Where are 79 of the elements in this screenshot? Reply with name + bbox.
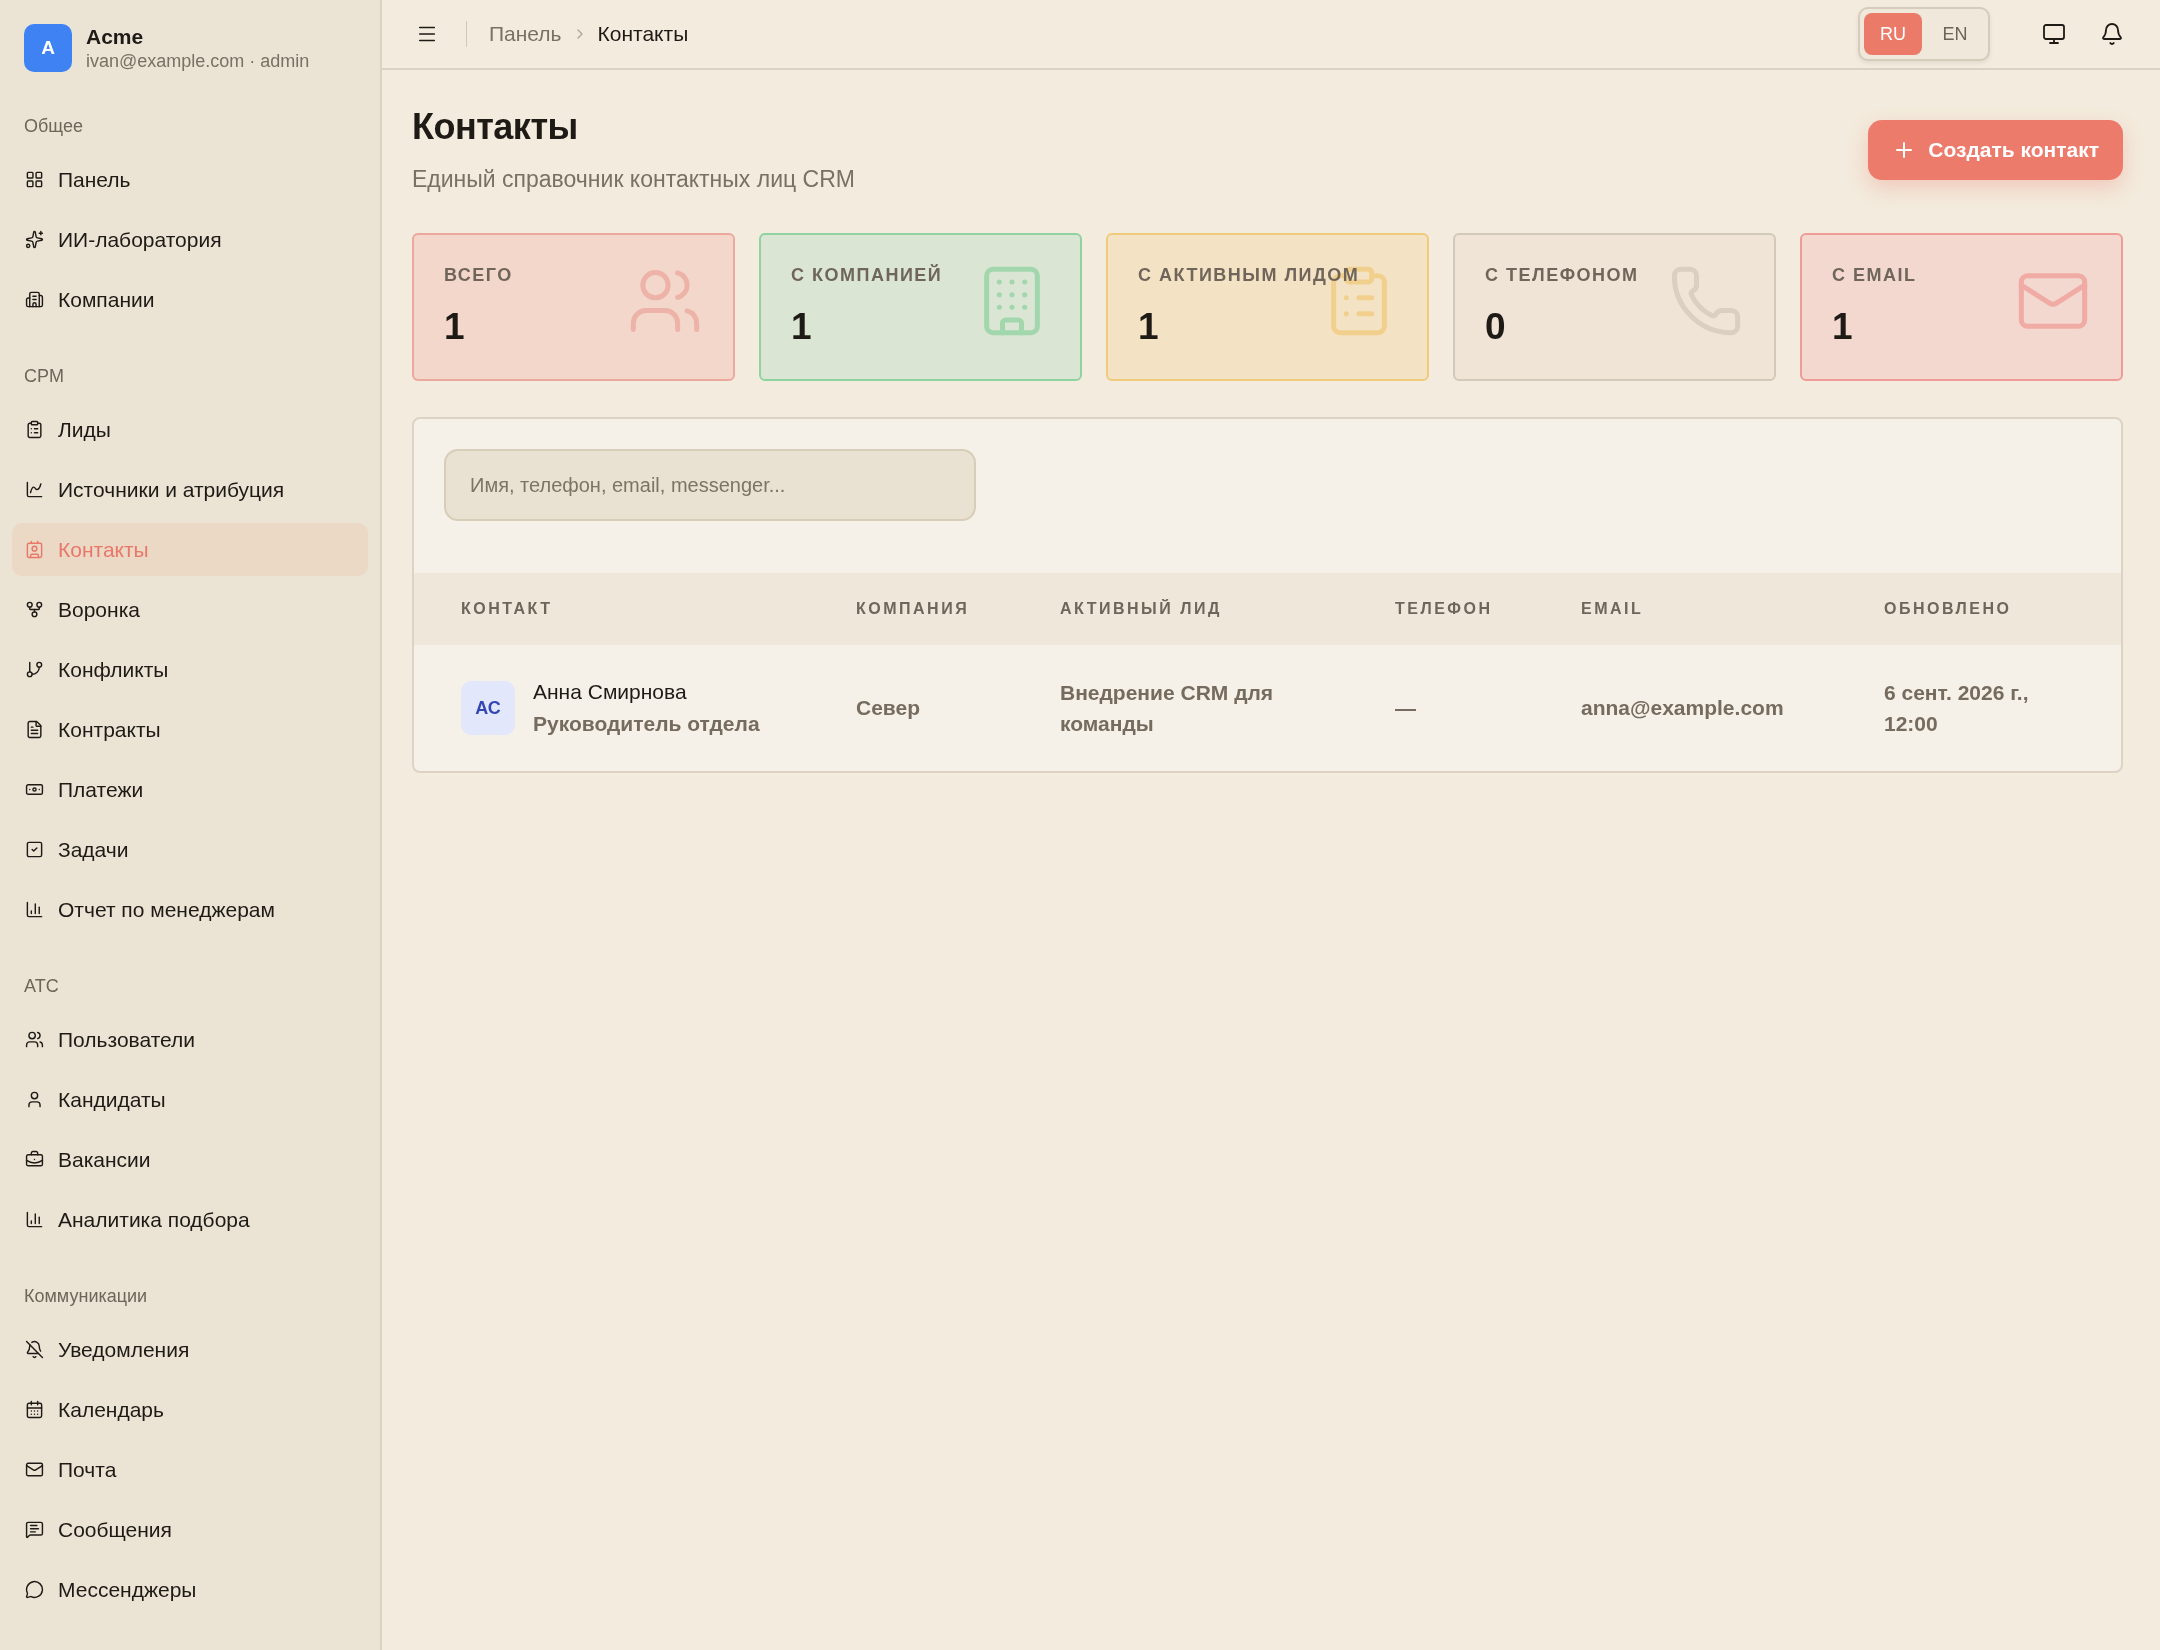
- table-cell-text: Север: [856, 695, 921, 722]
- account-name: Acme: [86, 24, 145, 49]
- column-header: ОБНОВЛЕНО: [1884, 600, 2013, 618]
- nav-item[interactable]: Кандидаты: [12, 1073, 368, 1126]
- breadcrumb[interactable]: Панель: [489, 22, 562, 46]
- table-cell-text: Внедрение CRM для команды: [1060, 679, 1275, 737]
- nav-item[interactable]: Платежи: [12, 763, 368, 816]
- nav-item[interactable]: Панель: [12, 153, 368, 206]
- nav-item[interactable]: Компании: [12, 273, 368, 326]
- nav-icon: [25, 600, 44, 619]
- nav-icon: [25, 660, 44, 679]
- nav-icon: [25, 1580, 44, 1599]
- column-header: EMAIL: [1581, 600, 1645, 618]
- nav-item[interactable]: Задачи: [12, 823, 368, 876]
- nav-icon: [25, 720, 44, 739]
- nav-icon: [25, 1210, 44, 1229]
- column-header: ТЕЛЕФОН: [1395, 600, 1494, 618]
- nav-item[interactable]: Источники и атрибуция: [12, 463, 368, 516]
- nav-icon: [25, 900, 44, 919]
- stat-label: С АКТИВНЫМ ЛИДОМ: [1138, 265, 1361, 286]
- breadcrumb: Контакты: [597, 22, 689, 46]
- stat-value: 1: [1832, 306, 1854, 348]
- bell-icon: [2100, 22, 2124, 46]
- contact-name[interactable]: Анна Смирнова: [533, 680, 760, 704]
- language-button[interactable]: EN: [1926, 13, 1984, 55]
- section-title: Коммуникации: [23, 1286, 149, 1307]
- nav-icon: [25, 480, 44, 499]
- nav-item[interactable]: Вакансии: [12, 1133, 368, 1186]
- stat-label: С ТЕЛЕФОНОМ: [1485, 265, 1640, 286]
- stat-value: 1: [791, 306, 813, 348]
- nav-item[interactable]: Отчет по менеджерам: [12, 883, 368, 936]
- table-cell-text: —: [1395, 695, 1417, 722]
- monitor-icon: [2042, 22, 2066, 46]
- section-title: ATC: [23, 976, 60, 997]
- nav-item[interactable]: Контракты: [12, 703, 368, 756]
- nav-icon: [25, 290, 44, 309]
- column-header: АКТИВНЫЙ ЛИД: [1060, 600, 1223, 618]
- contact-position: Руководитель отдела: [533, 712, 760, 736]
- nav-icon: [25, 1340, 44, 1359]
- account-subtitle: ivan@example.com · admin: [86, 50, 310, 72]
- nav-item[interactable]: ИИ-лаборатория: [12, 213, 368, 266]
- nav-icon: [25, 1400, 44, 1419]
- nav-icon: [25, 230, 44, 249]
- stat-value: 1: [1138, 306, 1160, 348]
- nav-icon: [25, 1090, 44, 1109]
- stat-value: 1: [444, 306, 466, 348]
- nav-item[interactable]: Аналитика подбора: [12, 1193, 368, 1246]
- nav-icon: [25, 540, 44, 559]
- section-title: Общее: [23, 116, 84, 137]
- nav-item[interactable]: Почта: [12, 1443, 368, 1496]
- account-avatar: A: [24, 24, 72, 72]
- page-title: Контакты: [412, 106, 579, 148]
- nav-icon: [25, 1460, 44, 1479]
- nav-icon: [25, 1520, 44, 1539]
- nav-icon: [25, 170, 44, 189]
- column-header: КОМПАНИЯ: [856, 600, 971, 618]
- stat-label: ВСЕГО: [444, 265, 514, 286]
- nav-item[interactable]: Лиды: [12, 403, 368, 456]
- stat-value: 0: [1485, 306, 1507, 348]
- nav-item[interactable]: Мессенджеры: [12, 1563, 368, 1616]
- table-cell-text: 6 сент. 2026 г., 12:00: [1884, 679, 2030, 737]
- column-header: КОНТАКТ: [461, 600, 554, 618]
- table-cell-text: anna@example.com: [1581, 695, 1785, 722]
- nav-icon: [25, 840, 44, 859]
- nav-item[interactable]: Календарь: [12, 1383, 368, 1436]
- nav-icon: [25, 420, 44, 439]
- section-title: CPM: [23, 366, 65, 387]
- stat-label: С EMAIL: [1832, 265, 1918, 286]
- nav-item[interactable]: Воронка: [12, 583, 368, 636]
- search-field[interactable]: Имя, телефон, email, messenger...: [444, 449, 976, 521]
- nav-item[interactable]: Конфликты: [12, 643, 368, 696]
- nav-item[interactable]: Сообщения: [12, 1503, 368, 1556]
- nav-item[interactable]: Пользователи: [12, 1013, 368, 1066]
- page-subtitle: Единый справочник контактных лиц CRM: [412, 166, 855, 193]
- nav-icon: [25, 1150, 44, 1169]
- stat-label: С КОМПАНИЕЙ: [791, 265, 944, 286]
- contact-avatar: АС: [461, 681, 515, 735]
- nav-icon: [25, 1030, 44, 1049]
- nav-item[interactable]: Уведомления: [12, 1323, 368, 1376]
